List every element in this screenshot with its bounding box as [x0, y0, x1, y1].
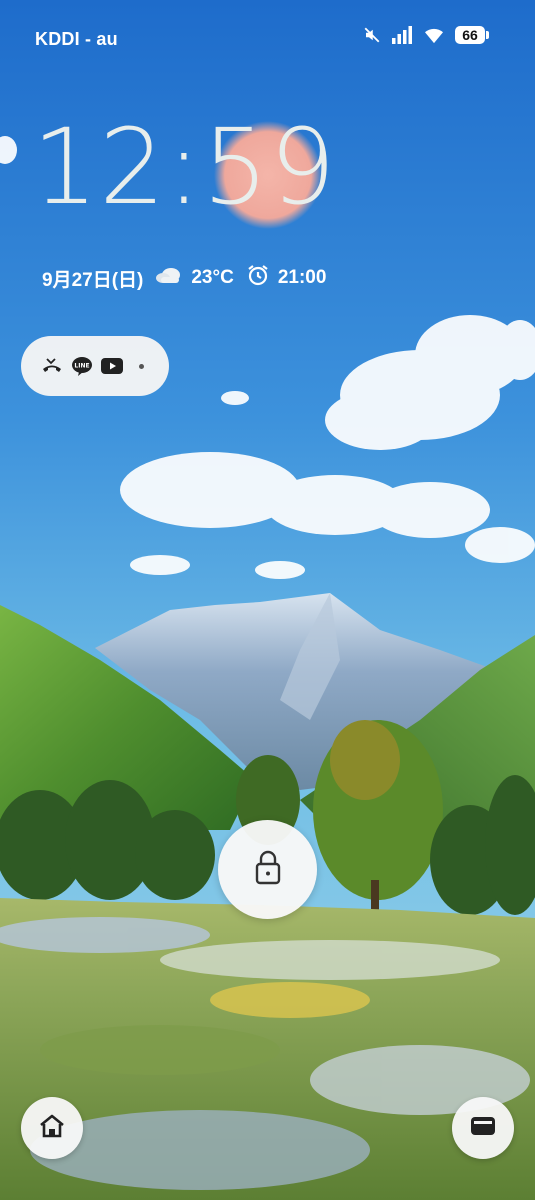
home-shortcut-button[interactable]	[21, 1097, 83, 1159]
svg-text:LINE: LINE	[74, 363, 89, 370]
battery-level: 66	[455, 26, 485, 44]
unlock-button[interactable]	[218, 820, 317, 919]
status-bar: KDDI - au 66	[0, 0, 535, 76]
missed-call-icon	[41, 357, 63, 375]
status-icons: 66	[363, 26, 489, 44]
lock-icon	[253, 849, 283, 890]
cloud-icon	[155, 266, 183, 290]
youtube-icon	[101, 358, 123, 374]
signal-icon	[391, 26, 413, 44]
more-notifications-dot	[139, 363, 144, 369]
line-app-icon: LINE	[71, 356, 93, 376]
carrier-label: KDDI - au	[35, 29, 118, 49]
notification-pill[interactable]: LINE	[21, 336, 169, 396]
alarm-clock-icon	[246, 263, 270, 293]
home-icon	[39, 1114, 65, 1143]
lock-clock: 12:59	[32, 106, 337, 228]
mute-icon	[363, 26, 381, 44]
temperature-label: 23°C	[191, 267, 234, 288]
info-row: 9月27日(日) 23°C 21:00	[42, 265, 326, 291]
wifi-icon	[423, 26, 445, 44]
wallet-shortcut-button[interactable]	[452, 1097, 514, 1159]
date-label: 9月27日(日)	[42, 269, 144, 291]
alarm-time-label: 21:00	[277, 267, 327, 288]
battery-indicator: 66	[455, 26, 489, 44]
wallet-icon	[470, 1115, 496, 1142]
